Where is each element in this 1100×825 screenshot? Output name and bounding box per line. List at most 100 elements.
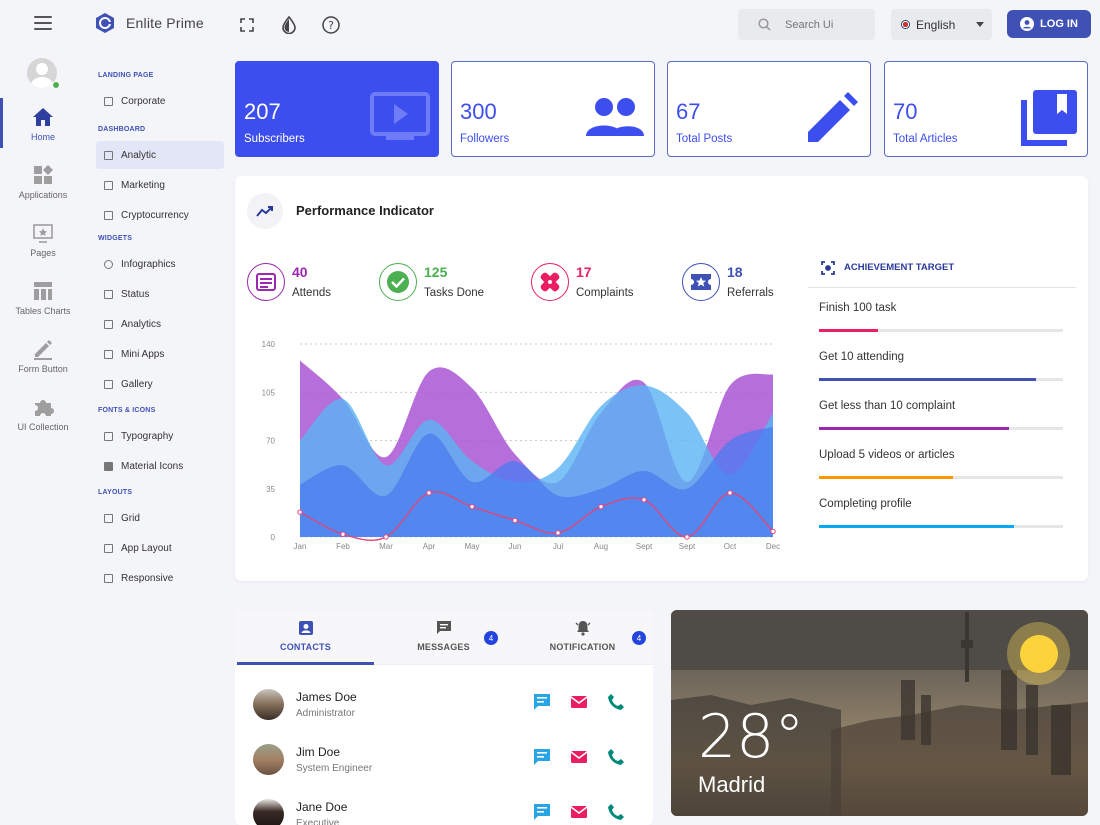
submenu-item-material-icons[interactable]: Material Icons [96, 452, 224, 480]
achievement-item: Finish 100 task [808, 288, 1076, 337]
data-point [598, 503, 604, 510]
mail-icon[interactable] [570, 748, 588, 766]
pencil-icon [808, 92, 858, 142]
submenu-item-grid[interactable]: Grid [96, 504, 224, 532]
achievement-label: Get 10 attending [819, 351, 905, 363]
notification-badge: 4 [632, 631, 646, 645]
phone-icon[interactable] [607, 748, 625, 766]
achievement-label: Completing profile [819, 498, 912, 510]
stat-card-total-articles[interactable]: 70 Total Articles [884, 61, 1088, 157]
chevron-down-icon [976, 22, 984, 27]
submenu-heading: LAYOUTS [98, 489, 133, 496]
contacts-tabs-card: CONTACTS MESSAGES 4 NOTIFICATION 4 James… [235, 610, 653, 825]
brand[interactable]: Enlite Prime [94, 12, 204, 34]
x-tick-label: Aug [594, 542, 608, 551]
edit-icon [34, 340, 52, 360]
stat-card-total-posts[interactable]: 67 Total Posts [667, 61, 871, 157]
achievement-title: ACHIEVEMENT TARGET [844, 262, 955, 273]
submenu-heading: LANDING PAGE [98, 72, 154, 79]
submenu-item-typography[interactable]: Typography [96, 422, 224, 450]
chat-icon[interactable] [533, 748, 551, 766]
performance-area-chart: 0 35 70 105 140 Jan Feb Mar Apr May Jun Jul Aug Sept S… [262, 340, 780, 551]
achievement-header: ACHIEVEMENT TARGET [808, 258, 1076, 288]
submenu-item-cryptocurrency[interactable]: Cryptocurrency [96, 201, 224, 229]
help-icon[interactable]: ? [320, 14, 342, 36]
contact-role: Executive [296, 818, 340, 825]
kpi-label: Tasks Done [424, 287, 485, 299]
y-tick-label: 35 [266, 485, 275, 494]
rail-item-ui-collection[interactable]: UI Collection [0, 396, 86, 448]
ticket-star-icon [691, 274, 711, 290]
chat-icon[interactable] [533, 803, 551, 821]
submenu-item-status[interactable]: Status [96, 280, 224, 308]
contact-role: Administrator [296, 708, 355, 719]
rail-item-tables-charts[interactable]: Tables Charts [0, 280, 86, 332]
phone-icon[interactable] [607, 803, 625, 821]
contact-name: Jane Doe [296, 800, 348, 814]
crypto-icon [104, 210, 113, 220]
progress-track [819, 378, 1063, 381]
play-screen-icon [370, 92, 430, 140]
submenu-heading: WIDGETS [98, 235, 133, 242]
gallery-icon [104, 379, 113, 389]
mail-icon[interactable] [570, 803, 588, 821]
submenu-item-analytics[interactable]: Analytics [96, 310, 224, 338]
login-button[interactable]: LOG IN [1007, 10, 1091, 38]
achievement-label: Get less than 10 complaint [819, 400, 956, 412]
submenu-item-corporate[interactable]: Corporate [96, 87, 224, 115]
kpi-referrals: 18 Referrals [682, 263, 817, 303]
chat-icon[interactable] [533, 693, 551, 711]
kpi-value: 17 [576, 264, 592, 280]
achievement-label: Upload 5 videos or articles [819, 449, 955, 461]
progress-fill [819, 329, 878, 332]
list-alt-icon [256, 273, 276, 291]
kpi-complaints: 17 Complaints [531, 263, 666, 303]
rail-item-form-button[interactable]: Form Button [0, 338, 86, 390]
progress-track [819, 329, 1063, 332]
submenu-heading: DASHBOARD [98, 126, 146, 133]
submenu-item-gallery[interactable]: Gallery [96, 370, 224, 398]
stat-value: 207 [244, 99, 281, 124]
svg-text:?: ? [328, 19, 334, 32]
status-icon [104, 289, 113, 299]
contact-row[interactable]: Jim Doe System Engineer [253, 742, 643, 782]
search-box[interactable] [738, 9, 875, 40]
submenu-item-app-layout[interactable]: App Layout [96, 534, 224, 562]
submenu-item-marketing[interactable]: Marketing [96, 171, 224, 199]
mail-icon[interactable] [570, 693, 588, 711]
stat-card-followers[interactable]: 300 Followers [451, 61, 655, 157]
fullscreen-icon[interactable] [236, 14, 258, 36]
sunny-icon [1007, 622, 1070, 685]
tab-notification[interactable]: NOTIFICATION [514, 610, 651, 665]
data-point [555, 530, 561, 536]
tab-contacts[interactable]: CONTACTS [237, 610, 374, 665]
data-point [426, 490, 432, 496]
x-tick-label: Sept [636, 542, 653, 551]
avatar [253, 689, 284, 720]
kpi-icon-circle [531, 263, 569, 301]
submenu-heading: FONTS & ICONS [98, 407, 156, 414]
chat-icon [436, 621, 451, 634]
analytics-icon [104, 319, 113, 329]
phone-icon[interactable] [607, 693, 625, 711]
stat-card-subscribers[interactable]: 207 Subscribers [235, 61, 439, 157]
progress-fill [819, 525, 1015, 528]
rail-item-pages[interactable]: Pages [0, 222, 86, 274]
contact-row[interactable]: Jane Doe Executive [253, 797, 643, 825]
submenu-item-infographics[interactable]: Infographics [96, 250, 224, 278]
rail-item-applications[interactable]: Applications [0, 164, 86, 216]
kpi-icon-circle [247, 263, 285, 301]
language-select[interactable]: English [891, 9, 992, 40]
y-tick-label: 70 [266, 437, 275, 446]
search-input[interactable] [785, 18, 865, 31]
hamburger-menu-icon[interactable] [34, 16, 52, 30]
theme-contrast-icon[interactable] [278, 14, 300, 36]
rail-item-home[interactable]: Home [0, 106, 86, 158]
submenu-item-mini-apps[interactable]: Mini Apps [96, 340, 224, 368]
kpi-icon-circle [379, 263, 417, 301]
achievement-label: Finish 100 task [819, 302, 897, 314]
submenu-item-responsive[interactable]: Responsive [96, 564, 224, 592]
contact-row[interactable]: James Doe Administrator [253, 687, 643, 727]
stat-value: 70 [893, 99, 918, 124]
submenu-item-analytic[interactable]: Analytic [96, 141, 224, 169]
